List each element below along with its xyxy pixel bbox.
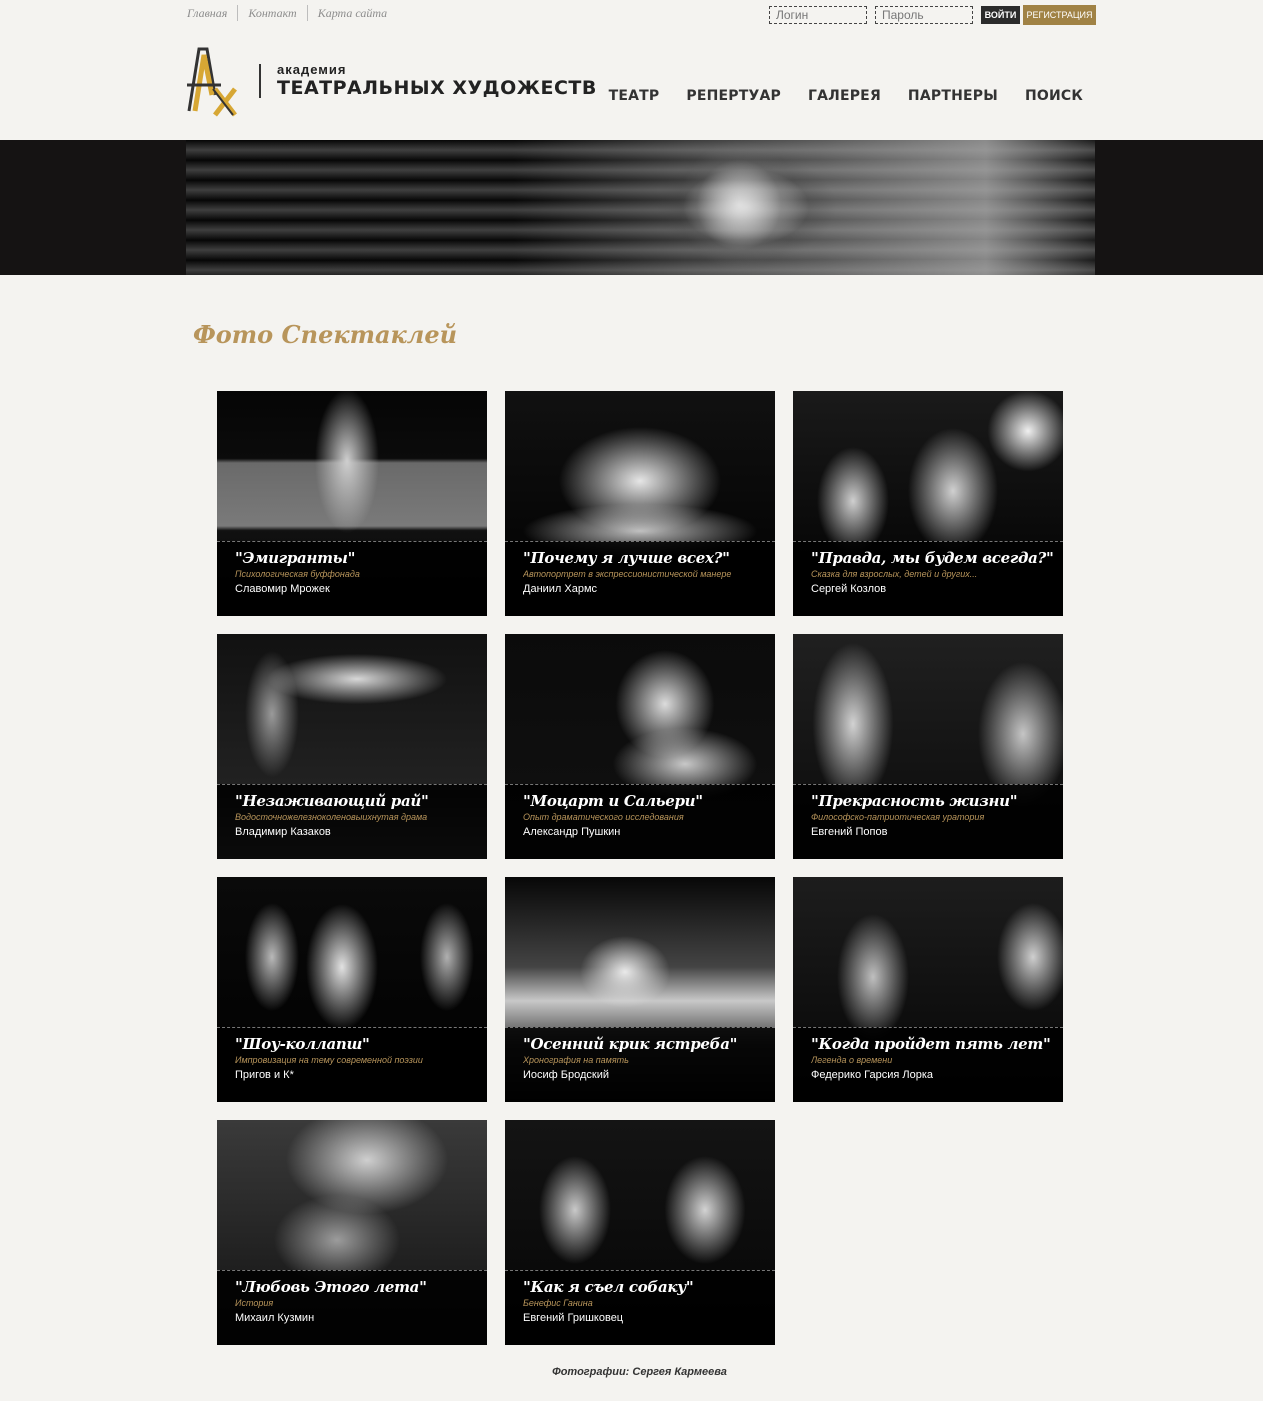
card-caption: "Как я съел собаку" Бенефис Ганина Евгений… [505,1270,775,1345]
nav-search[interactable]: ПОИСК [1025,88,1083,104]
card-subtitle: Опыт драматического исследования [523,812,684,822]
gallery-card[interactable]: "Любовь Этого лета" История Михаил Кузмин [217,1120,487,1345]
top-link-home[interactable]: Главная [187,5,239,21]
register-button[interactable]: РЕГИСТРАЦИЯ [1023,5,1096,25]
nav-repertoire[interactable]: РЕПЕРТУАР [686,88,781,104]
card-subtitle: История [235,1298,274,1308]
card-title: "Как я съел собаку" [523,1278,694,1296]
card-title: "Правда, мы будем всегда?" [811,549,1054,567]
card-title: "Моцарт и Сальери" [523,792,703,810]
nav-partners[interactable]: ПАРТНЕРЫ [908,88,998,104]
gallery-card[interactable]: "Осенний крик ястреба" Хронография на пам… [505,877,775,1102]
enter-button[interactable]: ВОЙТИ [981,6,1020,24]
nav-gallery[interactable]: ГАЛЕРЕЯ [808,88,881,104]
card-title: "Незаживающий рай" [235,792,429,810]
card-author: Федерико Гарсия Лорка [811,1069,934,1081]
card-author: Владимир Казаков [235,826,331,838]
card-author: Даниил Хармс [523,583,598,595]
card-subtitle: Хронография на память [523,1055,629,1065]
top-link-contact[interactable]: Контакт [238,5,308,21]
logo-big-text: ТЕАТРАЛЬНЫХ ХУДОЖЕСТВ [277,77,597,99]
card-subtitle: Философско-патриотическая уратория [811,812,985,822]
gallery-card[interactable]: "Моцарт и Сальери" Опыт драматического ис… [505,634,775,859]
banner-face [679,140,819,275]
gallery-card[interactable]: "Шоу-коллапш" Импровизация на тему соврем… [217,877,487,1102]
card-author: Пригов и К* [235,1069,294,1081]
gallery-card[interactable]: "Эмигранты" Психологическая буффонада Слав… [217,391,487,616]
gallery-card[interactable]: "Когда пройдет пять лет" Легенда о времен… [793,877,1063,1102]
card-title: "Почему я лучше всех?" [523,549,730,567]
card-subtitle: Бенефис Ганина [523,1298,593,1308]
top-link-sitemap[interactable]: Карта сайта [308,5,397,21]
nav-theatre[interactable]: ТЕАТР [609,88,660,104]
card-caption: "Почему я лучше всех?" Автопортрет в эксп… [505,541,775,616]
gallery-card[interactable]: "Как я съел собаку" Бенефис Ганина Евгений… [505,1120,775,1345]
card-subtitle: Автопортрет в экспрессионистической мане… [523,569,732,579]
card-subtitle: Психологическая буффонада [235,569,360,579]
card-author: Михаил Кузмин [235,1312,315,1324]
card-author: Александр Пушкин [523,826,621,838]
card-caption: "Прекрасность жизни" Философско-патриотич… [793,784,1063,859]
card-caption: "Когда пройдет пять лет" Легенда о времен… [793,1027,1063,1102]
card-caption: "Правда, мы будем всегда?" Сказка для взр… [793,541,1063,616]
card-subtitle: Сказка для взрослых, детей и других... [811,569,978,579]
card-title: "Когда пройдет пять лет" [811,1035,1051,1053]
card-title: "Любовь Этого лета" [235,1278,427,1296]
login-form: ВОЙТИ РЕГИСТРАЦИЯ [769,5,1096,25]
card-caption: "Шоу-коллапш" Импровизация на тему соврем… [217,1027,487,1102]
gallery-card[interactable]: "Почему я лучше всех?" Автопортрет в эксп… [505,391,775,616]
card-caption: "Моцарт и Сальери" Опыт драматического ис… [505,784,775,859]
card-title: "Шоу-коллапш" [235,1035,370,1053]
card-subtitle: Импровизация на тему современной поэзии [235,1055,423,1065]
banner-image [186,140,1095,275]
card-author: Славомир Мрожек [235,583,330,595]
card-subtitle: Водосточножелезноколеновыихнутая драма [235,812,428,822]
card-caption: "Осенний крик ястреба" Хронография на пам… [505,1027,775,1102]
card-caption: "Эмигранты" Психологическая буффонада Слав… [217,541,487,616]
card-author: Евгений Гришковец [523,1312,624,1324]
card-title: "Осенний крик ястреба" [523,1035,738,1053]
card-caption: "Незаживающий рай" Водосточножелезноколен… [217,784,487,859]
card-caption: "Любовь Этого лета" История Михаил Кузмин [217,1270,487,1345]
logo-text: академия ТЕАТРАЛЬНЫХ ХУДОЖЕСТВ [277,62,597,100]
top-links: Главная Контакт Карта сайта [187,5,397,21]
card-author: Сергей Козлов [811,583,887,595]
main-nav: ТЕАТР РЕПЕРТУАР ГАЛЕРЕЯ ПАРТНЕРЫ ПОИСК [582,88,1083,104]
gallery-card[interactable]: "Незаживающий рай" Водосточножелезноколен… [217,634,487,859]
card-author: Иосиф Бродский [523,1069,610,1081]
card-title: "Эмигранты" [235,549,356,567]
password-input[interactable] [875,6,973,24]
card-subtitle: Легенда о времени [811,1055,893,1065]
card-author: Евгений Попов [811,826,888,838]
card-title: "Прекрасность жизни" [811,792,1018,810]
login-input[interactable] [769,6,867,24]
gallery-card[interactable]: "Правда, мы будем всегда?" Сказка для взр… [793,391,1063,616]
logo-small-text: академия [277,62,347,77]
photo-credit-text: Фотографии: Сергея Кармеева [552,1366,727,1378]
gallery-card[interactable]: "Прекрасность жизни" Философско-патриотич… [793,634,1063,859]
photo-credit: Фотографии: Сергея Кармеева [0,1366,1263,1378]
page-title: Фото Спектаклей [193,320,458,349]
hero-banner [0,140,1263,275]
logo-divider [259,64,261,98]
logo-mark-icon [185,45,241,117]
site-logo[interactable]: академия ТЕАТРАЛЬНЫХ ХУДОЖЕСТВ [185,45,597,117]
